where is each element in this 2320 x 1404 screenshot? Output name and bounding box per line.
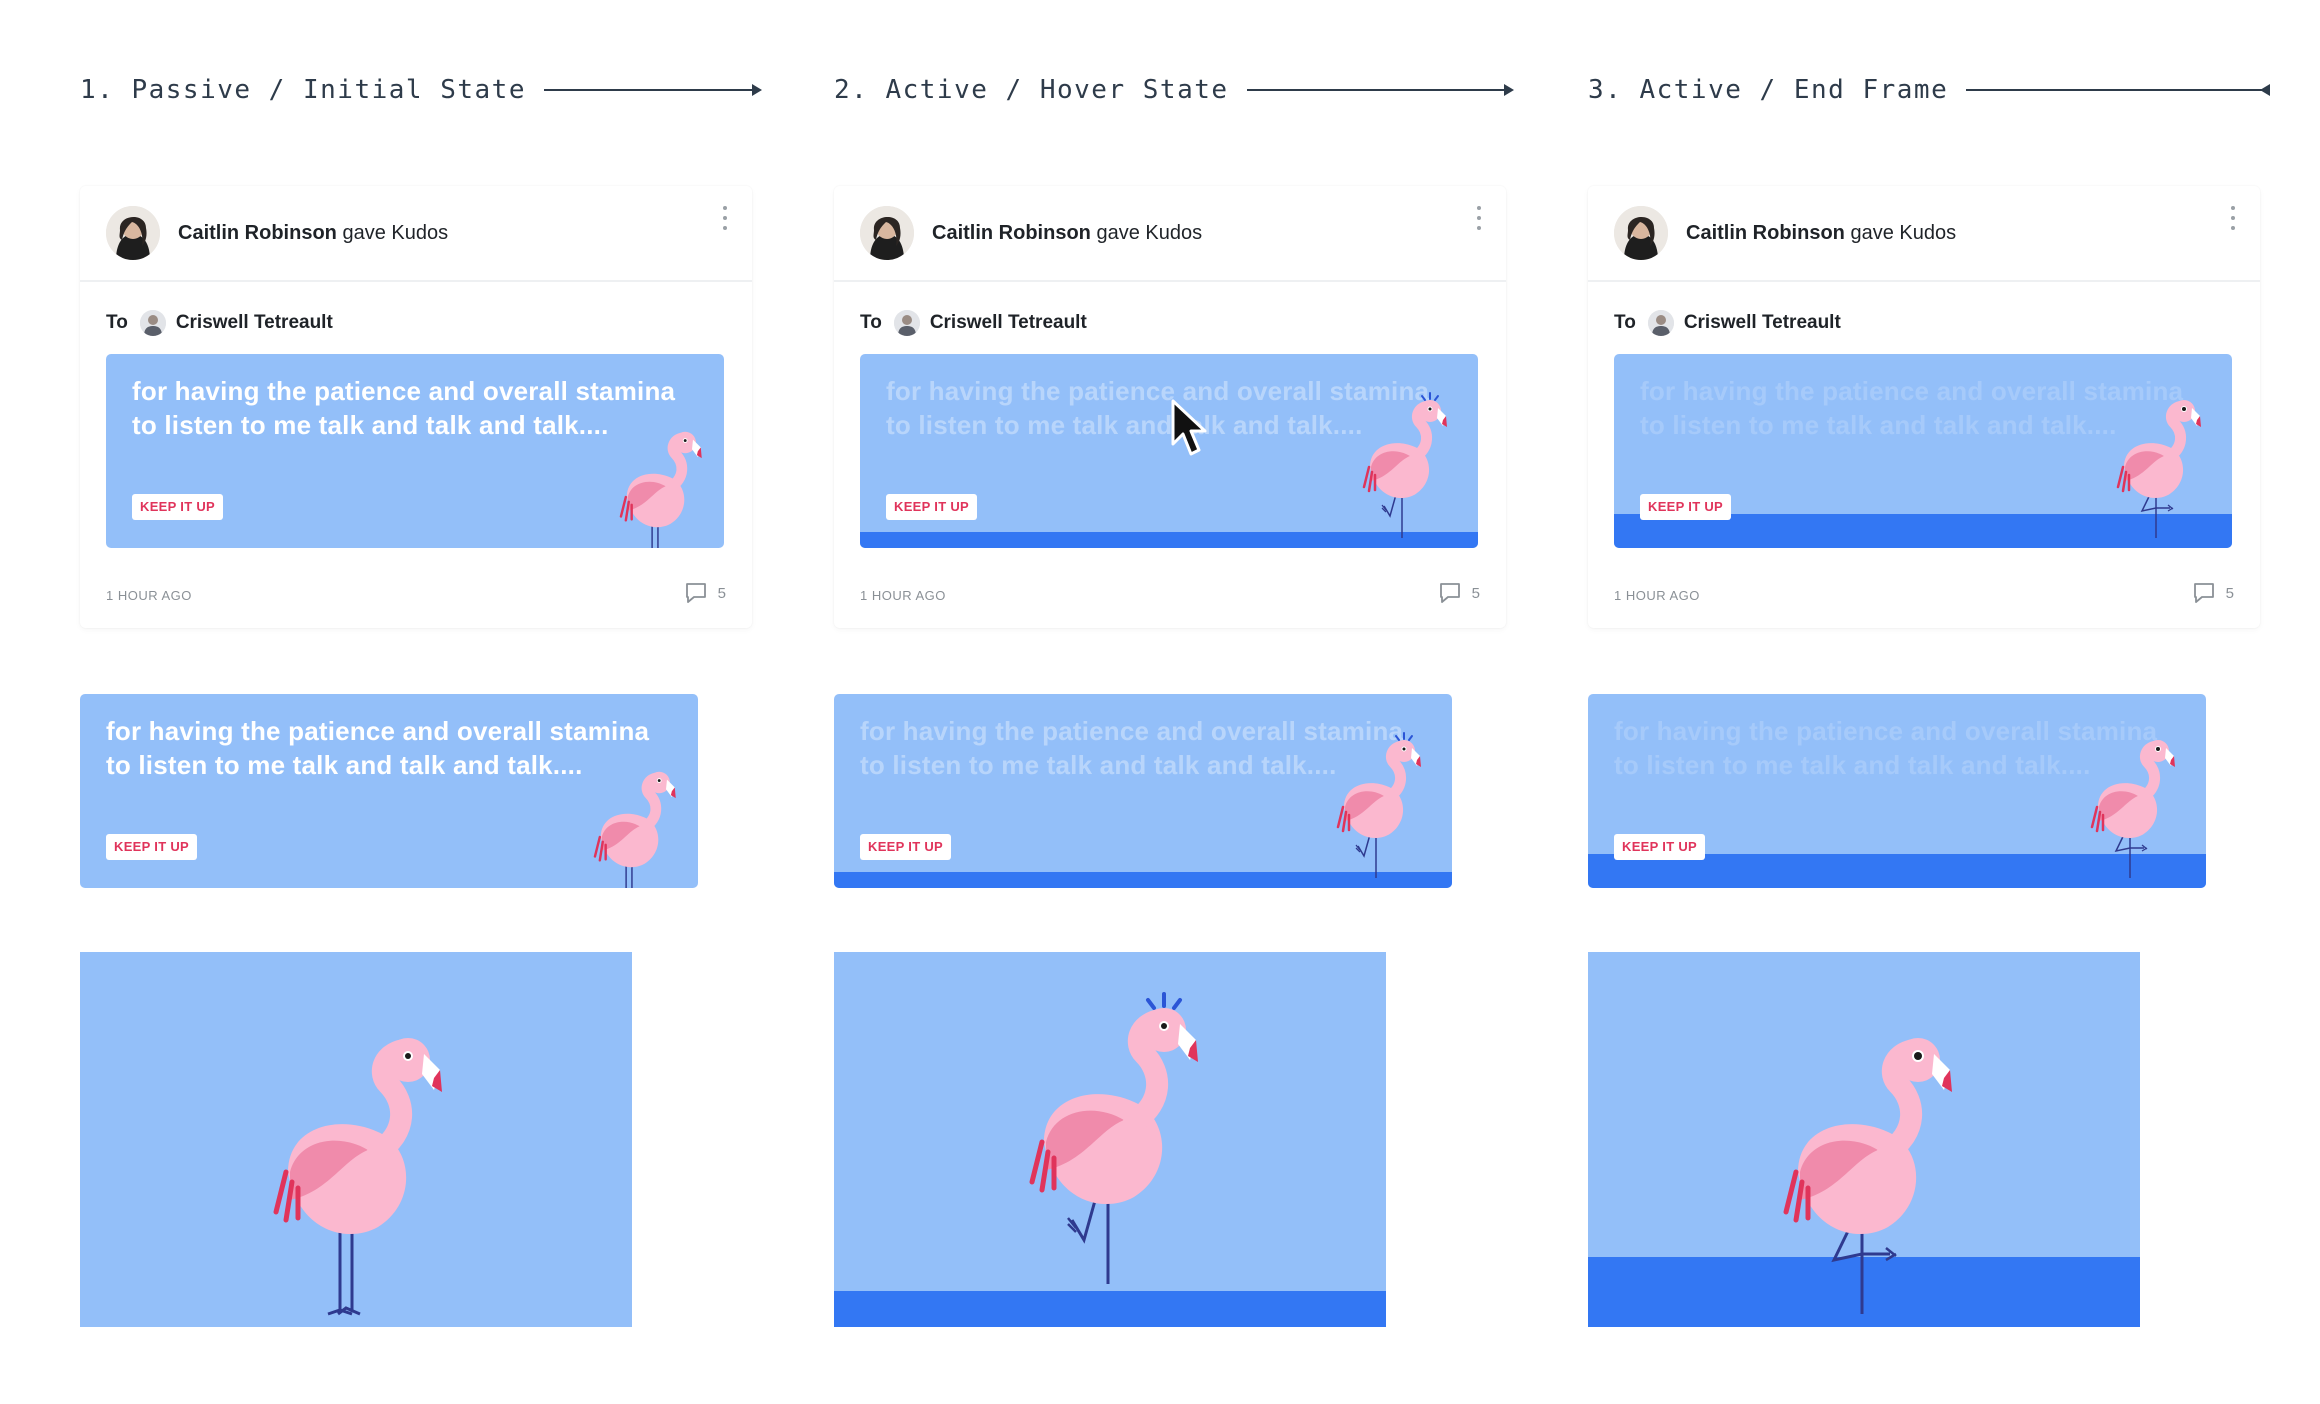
giver-line: Caitlin Robinson gave Kudos: [178, 222, 448, 245]
card-header: Caitlin Robinson gave Kudos: [1588, 186, 2260, 282]
flamingo-small: [1314, 732, 1434, 882]
action-text: gave Kudos: [1096, 222, 1203, 244]
recipient-avatar[interactable]: [893, 310, 920, 336]
kudos-post-card[interactable]: Caitlin Robinson gave Kudos To Criswell …: [1588, 186, 2260, 628]
kudos-post-card[interactable]: Caitlin Robinson gave Kudos To Criswell …: [80, 186, 752, 628]
card-footer: 1 HOUR AGO 5: [106, 582, 726, 606]
timestamp: 1 HOUR AGO: [860, 588, 946, 603]
flamingo-small: [2068, 732, 2188, 882]
kudos-banner: for having the patience and overall stam…: [80, 694, 698, 888]
kudos-banner: for having the patience and overall stam…: [834, 694, 1452, 888]
recipient-row: To Criswell Tetreault: [1614, 310, 1841, 336]
comment-icon: [685, 583, 706, 603]
action-text: gave Kudos: [1850, 222, 1957, 244]
recipient-name[interactable]: Criswell Tetreault: [176, 312, 333, 334]
flamingo-large: [1738, 1022, 1978, 1322]
comments-button[interactable]: 5: [2192, 582, 2234, 604]
state-title: 2. Active / Hover State: [834, 75, 1229, 105]
card-header: Caitlin Robinson gave Kudos: [834, 186, 1506, 282]
flamingo-small: [570, 764, 690, 888]
card-header: Caitlin Robinson gave Kudos: [80, 186, 752, 282]
kebab-menu-icon[interactable]: [1472, 204, 1486, 232]
flamingo-small: [2094, 392, 2214, 542]
recipient-name[interactable]: Criswell Tetreault: [930, 312, 1087, 334]
timestamp: 1 HOUR AGO: [106, 588, 192, 603]
cursor-pointer-icon: [1171, 399, 1207, 456]
flamingo-scene-initial: [80, 952, 632, 1327]
keep-it-up-tag: KEEP IT UP: [132, 494, 224, 520]
flamingo-scene-hover: [834, 952, 1386, 1327]
recipient-avatar[interactable]: [1647, 310, 1674, 336]
flamingo-illustration: [619, 431, 702, 548]
arrow-right-icon: [1246, 84, 1514, 96]
flamingo-scene-end: [1588, 952, 2140, 1327]
flamingo-illustration: [1336, 732, 1421, 878]
to-label: To: [860, 312, 882, 333]
giver-name[interactable]: Caitlin Robinson: [1686, 222, 1845, 244]
keep-it-up-tag: KEEP IT UP: [860, 834, 952, 860]
keep-it-up-tag: KEEP IT UP: [106, 834, 198, 860]
kudos-banner: for having the patience and overall stam…: [106, 354, 724, 548]
card-footer: 1 HOUR AGO 5: [1614, 582, 2234, 606]
kebab-menu-icon[interactable]: [2226, 204, 2240, 232]
kudos-banner: for having the patience and overall stam…: [1614, 354, 2232, 548]
comment-count: 5: [2225, 584, 2234, 602]
recipient-name[interactable]: Criswell Tetreault: [1684, 312, 1841, 334]
keep-it-up-tag: KEEP IT UP: [1640, 494, 1732, 520]
comment-icon: [2193, 583, 2214, 603]
flamingo-illustration: [1029, 992, 1198, 1284]
to-label: To: [1614, 312, 1636, 333]
keep-it-up-tag: KEEP IT UP: [886, 494, 978, 520]
action-text: gave Kudos: [342, 222, 449, 244]
comment-count: 5: [717, 584, 726, 602]
avatar[interactable]: [106, 206, 160, 260]
comments-button[interactable]: 5: [1438, 582, 1480, 604]
water-strip: [834, 1291, 1386, 1327]
kudos-banner-standalone: for having the patience and overall stam…: [1588, 694, 2206, 888]
kudos-banner-standalone: for having the patience and overall stam…: [834, 694, 1452, 888]
state-title: 3. Active / End Frame: [1588, 75, 1949, 105]
kudos-banner: for having the patience and overall stam…: [1588, 694, 2206, 888]
recipient-row: To Criswell Tetreault: [860, 310, 1087, 336]
card-footer: 1 HOUR AGO 5: [860, 582, 1480, 606]
flamingo-illustration: [2116, 400, 2201, 538]
kudos-banner: for having the patience and overall stam…: [860, 354, 1478, 548]
flamingo-large: [228, 1022, 468, 1322]
timestamp: 1 HOUR AGO: [1614, 588, 1700, 603]
state-header-3: 3. Active / End Frame: [1588, 66, 2270, 114]
flamingo-illustration: [593, 771, 676, 888]
flamingo-illustration: [273, 1038, 442, 1316]
flamingo-small: [596, 424, 716, 548]
to-label: To: [106, 312, 128, 333]
recipient-row: To Criswell Tetreault: [106, 310, 333, 336]
giver-name[interactable]: Caitlin Robinson: [178, 222, 337, 244]
flamingo-small: [1340, 392, 1460, 542]
flamingo-illustration: [1783, 1038, 1952, 1314]
comments-button[interactable]: 5: [684, 582, 726, 604]
flamingo-illustration: [2090, 740, 2175, 878]
state-header-1: 1. Passive / Initial State: [80, 66, 762, 114]
flamingo-large: [984, 992, 1224, 1292]
giver-name[interactable]: Caitlin Robinson: [932, 222, 1091, 244]
state-title: 1. Passive / Initial State: [80, 75, 526, 105]
kudos-banner-standalone: for having the patience and overall stam…: [80, 694, 698, 888]
arrow-right-icon: [544, 84, 762, 96]
giver-line: Caitlin Robinson gave Kudos: [932, 222, 1202, 245]
avatar[interactable]: [1614, 206, 1668, 260]
comment-count: 5: [1471, 584, 1480, 602]
recipient-avatar[interactable]: [139, 310, 166, 336]
giver-line: Caitlin Robinson gave Kudos: [1686, 222, 1956, 245]
state-header-2: 2. Active / Hover State: [834, 66, 1514, 114]
flamingo-illustration: [1362, 392, 1447, 538]
avatar[interactable]: [860, 206, 914, 260]
kebab-menu-icon[interactable]: [718, 204, 732, 232]
keep-it-up-tag: KEEP IT UP: [1614, 834, 1706, 860]
comment-icon: [1439, 583, 1460, 603]
arrow-left-icon: [1966, 84, 2270, 96]
